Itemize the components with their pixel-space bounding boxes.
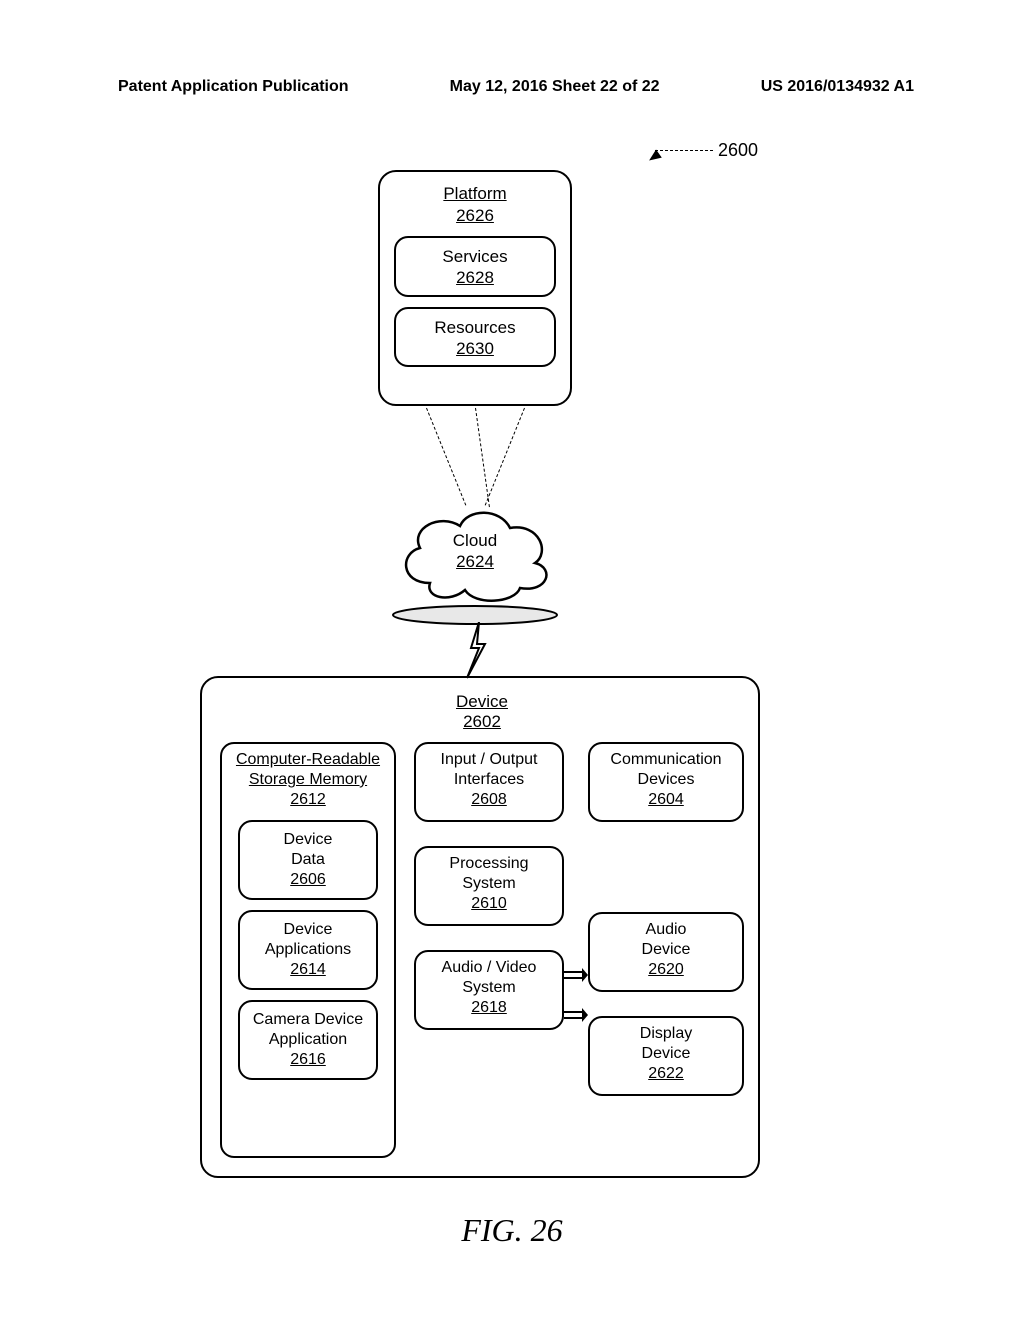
device-title: Device 2602 bbox=[202, 692, 762, 732]
proc-l2: System bbox=[420, 874, 558, 894]
device-apps-l2: Applications bbox=[244, 940, 372, 960]
storage-memory-box: Computer-Readable Storage Memory 2612 De… bbox=[220, 742, 396, 1158]
resources-box: Resources 2630 bbox=[394, 307, 556, 368]
disp-l2: Device bbox=[594, 1044, 738, 1064]
device-box: Device 2602 Computer-Readable Storage Me… bbox=[200, 676, 760, 1178]
proc-number: 2610 bbox=[420, 894, 558, 914]
cloud-number: 2624 bbox=[390, 551, 560, 572]
proc-l1: Processing bbox=[420, 854, 558, 874]
header-right: US 2016/0134932 A1 bbox=[761, 78, 914, 96]
ref-2600-label: 2600 bbox=[718, 140, 758, 161]
device-title-text: Device bbox=[456, 692, 508, 711]
crsm-title-line2: Storage Memory bbox=[249, 771, 367, 788]
camera-app-l2: Application bbox=[244, 1030, 372, 1050]
lightning-icon bbox=[465, 622, 493, 680]
page-header: Patent Application Publication May 12, 2… bbox=[0, 78, 1024, 96]
resources-number: 2630 bbox=[400, 338, 550, 359]
ref-2600-leader bbox=[655, 150, 713, 151]
audio-l1: Audio bbox=[594, 920, 738, 940]
crsm-title-line1: Computer-Readable bbox=[236, 751, 380, 768]
device-number: 2602 bbox=[463, 712, 501, 731]
io-number: 2608 bbox=[420, 790, 558, 810]
services-label: Services bbox=[400, 246, 550, 267]
audio-device-box: Audio Device 2620 bbox=[588, 912, 744, 992]
platform-box: Platform 2626 Services 2628 Resources 26… bbox=[378, 170, 572, 406]
communication-devices-box: Communication Devices 2604 bbox=[588, 742, 744, 822]
display-device-box: Display Device 2622 bbox=[588, 1016, 744, 1096]
resources-label: Resources bbox=[400, 317, 550, 338]
services-number: 2628 bbox=[400, 267, 550, 288]
io-interfaces-box: Input / Output Interfaces 2608 bbox=[414, 742, 564, 822]
av-number: 2618 bbox=[420, 998, 558, 1018]
device-data-l1: Device bbox=[244, 830, 372, 850]
io-l2: Interfaces bbox=[420, 770, 558, 790]
device-apps-number: 2614 bbox=[244, 960, 372, 980]
disp-l1: Display bbox=[594, 1024, 738, 1044]
comm-l1: Communication bbox=[594, 750, 738, 770]
platform-cloud-connector bbox=[485, 408, 525, 506]
av-l1: Audio / Video bbox=[420, 958, 558, 978]
header-center: May 12, 2016 Sheet 22 of 22 bbox=[450, 78, 660, 96]
camera-app-l1: Camera Device bbox=[244, 1010, 372, 1030]
platform-number: 2626 bbox=[380, 206, 570, 226]
platform-cloud-connector bbox=[426, 408, 466, 506]
av-l2: System bbox=[420, 978, 558, 998]
camera-app-number: 2616 bbox=[244, 1050, 372, 1070]
header-left: Patent Application Publication bbox=[118, 78, 349, 96]
disp-number: 2622 bbox=[594, 1064, 738, 1084]
io-l1: Input / Output bbox=[420, 750, 558, 770]
ref-2600-arrowhead bbox=[646, 149, 662, 164]
cloud-label: Cloud bbox=[390, 530, 560, 551]
crsm-number: 2612 bbox=[290, 791, 326, 808]
camera-app-box: Camera Device Application 2616 bbox=[238, 1000, 378, 1080]
platform-title: Platform bbox=[380, 184, 570, 204]
audio-number: 2620 bbox=[594, 960, 738, 980]
processing-system-box: Processing System 2610 bbox=[414, 846, 564, 926]
comm-number: 2604 bbox=[594, 790, 738, 810]
device-data-box: Device Data 2606 bbox=[238, 820, 378, 900]
figure-caption: FIG. 26 bbox=[0, 1212, 1024, 1249]
comm-l2: Devices bbox=[594, 770, 738, 790]
services-box: Services 2628 bbox=[394, 236, 556, 297]
platform-cloud-connector bbox=[475, 408, 490, 507]
device-apps-l1: Device bbox=[244, 920, 372, 940]
device-apps-box: Device Applications 2614 bbox=[238, 910, 378, 990]
arrow-icon bbox=[564, 968, 588, 982]
device-data-l2: Data bbox=[244, 850, 372, 870]
device-data-number: 2606 bbox=[244, 870, 372, 890]
arrow-icon bbox=[564, 1008, 588, 1022]
cloud-box: Cloud 2624 bbox=[390, 498, 560, 608]
audio-video-system-box: Audio / Video System 2618 bbox=[414, 950, 564, 1030]
audio-l2: Device bbox=[594, 940, 738, 960]
